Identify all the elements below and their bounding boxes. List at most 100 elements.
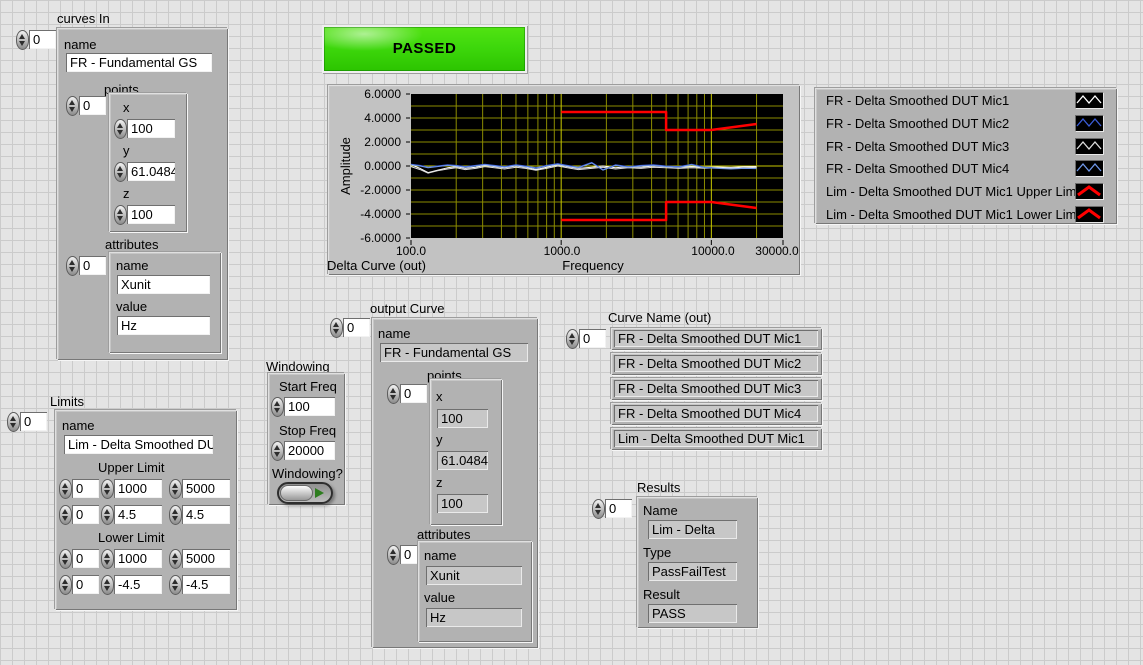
lower-limit-label: Lower Limit bbox=[98, 531, 164, 545]
curve-name-row: FR - Delta Smoothed DUT Mic4 bbox=[611, 403, 822, 425]
upper-row2-index-field[interactable]: 0 bbox=[72, 505, 99, 524]
curves-in-index-spinner[interactable] bbox=[16, 30, 29, 50]
upper-freq1-field[interactable]: 1000 bbox=[114, 479, 162, 498]
stop-freq-field[interactable]: 20000 bbox=[284, 441, 335, 460]
x-tick-30000: 30000.0 bbox=[742, 244, 812, 258]
results-index-spinner[interactable] bbox=[592, 499, 605, 519]
curve-name-row: FR - Delta Smoothed DUT Mic3 bbox=[611, 378, 822, 400]
upper-val1-field[interactable]: 4.5 bbox=[114, 505, 162, 524]
z-spinner[interactable] bbox=[114, 205, 127, 225]
legend-swatch-mic3[interactable] bbox=[1075, 138, 1103, 154]
attributes-index-field[interactable]: 0 bbox=[79, 256, 106, 275]
curves-in-name-label: name bbox=[64, 38, 97, 52]
windowing-label: Windowing bbox=[266, 360, 330, 374]
lower-row1-index-spinner[interactable] bbox=[59, 549, 72, 569]
curve-name-row: FR - Delta Smoothed DUT Mic1 bbox=[611, 328, 822, 350]
legend-swatch-lower-limit[interactable] bbox=[1075, 206, 1103, 222]
plot-legend: FR - Delta Smoothed DUT Mic1 FR - Delta … bbox=[815, 88, 1117, 224]
lower-val2-field[interactable]: -4.5 bbox=[182, 575, 230, 594]
limits-index-spinner[interactable] bbox=[7, 412, 20, 432]
attributes-index-spinner[interactable] bbox=[66, 256, 79, 276]
output-curve-index-field[interactable]: 0 bbox=[343, 318, 370, 337]
curve-name-item: FR - Delta Smoothed DUT Mic4 bbox=[614, 405, 818, 422]
legend-swatch-mic1[interactable] bbox=[1075, 92, 1103, 108]
start-freq-field[interactable]: 100 bbox=[284, 397, 335, 416]
y-tick-n4: -4.0000 bbox=[344, 205, 401, 223]
graph-title: Delta Curve (out) bbox=[327, 259, 426, 273]
curve-name-row: FR - Delta Smoothed DUT Mic2 bbox=[611, 353, 822, 375]
upper-limit-label: Upper Limit bbox=[98, 461, 164, 475]
out-y-label: y bbox=[436, 433, 443, 447]
x-field[interactable]: 100 bbox=[127, 119, 175, 138]
windowing-switch[interactable] bbox=[277, 482, 333, 504]
x-label: x bbox=[123, 101, 130, 115]
upper-row1-index-spinner[interactable] bbox=[59, 479, 72, 499]
lower-val1-spinner[interactable] bbox=[101, 575, 114, 595]
y-spinner[interactable] bbox=[114, 162, 127, 182]
x-spinner[interactable] bbox=[114, 119, 127, 139]
switch-green-arrow-icon bbox=[315, 488, 324, 498]
out-attr-value-label: value bbox=[424, 591, 455, 605]
curves-in-index-field[interactable]: 0 bbox=[29, 30, 56, 49]
attr-name-field[interactable]: Xunit bbox=[117, 275, 210, 294]
out-points-index-spinner[interactable] bbox=[387, 384, 400, 404]
upper-freq2-spinner[interactable] bbox=[169, 479, 182, 499]
legend-label-lower-limit: Lim - Delta Smoothed DUT Mic1 Lower Limi… bbox=[826, 206, 1083, 223]
legend-swatch-mic2[interactable] bbox=[1075, 115, 1103, 131]
curve-name-index-spinner[interactable] bbox=[566, 329, 579, 349]
attr-value-label: value bbox=[116, 300, 147, 314]
x-axis-label: Frequency bbox=[543, 259, 643, 273]
lower-row2-index-spinner[interactable] bbox=[59, 575, 72, 595]
out-name-field: FR - Fundamental GS bbox=[380, 343, 528, 362]
lower-freq1-field[interactable]: 1000 bbox=[114, 549, 162, 568]
attr-value-field[interactable]: Hz bbox=[117, 316, 210, 335]
curve-name-item: FR - Delta Smoothed DUT Mic1 bbox=[614, 330, 818, 347]
start-freq-spinner[interactable] bbox=[271, 397, 284, 417]
upper-freq1-spinner[interactable] bbox=[101, 479, 114, 499]
lower-freq2-spinner[interactable] bbox=[169, 549, 182, 569]
legend-swatch-mic4[interactable] bbox=[1075, 160, 1103, 176]
y-tick-n2: -2.0000 bbox=[344, 181, 401, 199]
points-index-spinner[interactable] bbox=[66, 96, 79, 116]
limits-index-field[interactable]: 0 bbox=[20, 412, 47, 431]
curve-name-index-field[interactable]: 0 bbox=[579, 329, 606, 348]
out-attributes-index-spinner[interactable] bbox=[387, 545, 400, 565]
output-curve-index-spinner[interactable] bbox=[330, 318, 343, 338]
y-field[interactable]: 61.0484 bbox=[127, 162, 175, 181]
lower-freq1-spinner[interactable] bbox=[101, 549, 114, 569]
z-field[interactable]: 100 bbox=[127, 205, 175, 224]
out-z-field: 100 bbox=[437, 494, 488, 513]
lower-row1-index-field[interactable]: 0 bbox=[72, 549, 99, 568]
upper-val2-field[interactable]: 4.5 bbox=[182, 505, 230, 524]
lower-row2-index-field[interactable]: 0 bbox=[72, 575, 99, 594]
curves-in-name-field[interactable]: FR - Fundamental GS bbox=[66, 53, 212, 72]
upper-row2-index-spinner[interactable] bbox=[59, 505, 72, 525]
lower-val1-field[interactable]: -4.5 bbox=[114, 575, 162, 594]
legend-label-mic3: FR - Delta Smoothed DUT Mic3 bbox=[826, 138, 1009, 155]
out-points-index-field[interactable]: 0 bbox=[400, 384, 427, 403]
out-x-field: 100 bbox=[437, 409, 488, 428]
legend-swatch-upper-limit[interactable] bbox=[1075, 183, 1103, 199]
legend-label-upper-limit: Lim - Delta Smoothed DUT Mic1 Upper Limi… bbox=[826, 183, 1083, 200]
upper-val2-spinner[interactable] bbox=[169, 505, 182, 525]
out-attr-value-field: Hz bbox=[426, 608, 522, 627]
points-index-field[interactable]: 0 bbox=[79, 96, 106, 115]
upper-val1-spinner[interactable] bbox=[101, 505, 114, 525]
limits-name-field[interactable]: Lim - Delta Smoothed DUT bbox=[64, 435, 213, 454]
lower-freq2-field[interactable]: 5000 bbox=[182, 549, 230, 568]
results-name-field: Lim - Delta bbox=[648, 520, 737, 539]
upper-row1-index-field[interactable]: 0 bbox=[72, 479, 99, 498]
curve-name-item: Lim - Delta Smoothed DUT Mic1 bbox=[614, 430, 818, 447]
windowing-switch-label: Windowing? bbox=[272, 467, 343, 481]
lower-val2-spinner[interactable] bbox=[169, 575, 182, 595]
results-index-field[interactable]: 0 bbox=[605, 499, 632, 518]
limits-name-label: name bbox=[62, 419, 95, 433]
curve-name-row: Lim - Delta Smoothed DUT Mic1 bbox=[611, 428, 822, 450]
stop-freq-spinner[interactable] bbox=[271, 441, 284, 461]
x-tick-1000: 1000.0 bbox=[527, 244, 597, 258]
curves-in-label: curves In bbox=[57, 12, 110, 26]
y-tick-4: 4.0000 bbox=[344, 109, 401, 127]
start-freq-label: Start Freq bbox=[279, 380, 337, 394]
results-label: Results bbox=[637, 481, 680, 495]
upper-freq2-field[interactable]: 5000 bbox=[182, 479, 230, 498]
